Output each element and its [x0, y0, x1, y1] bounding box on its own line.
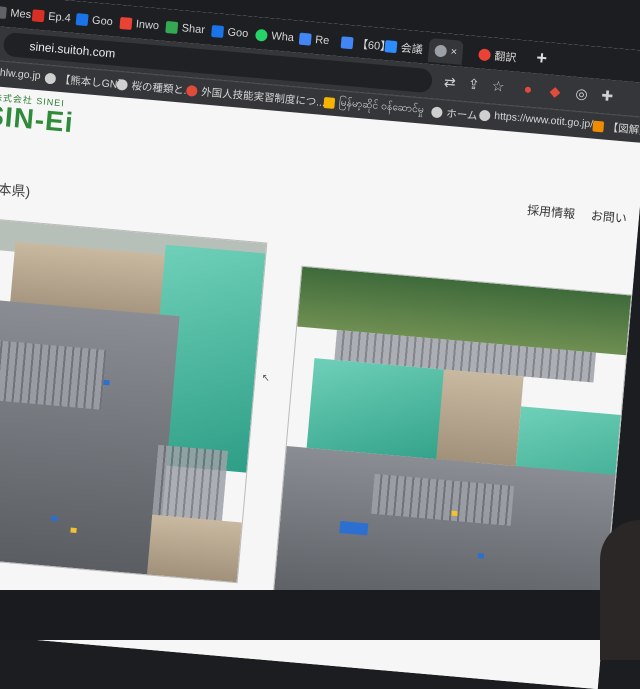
tab-label: Wha [270, 30, 295, 45]
tab-5[interactable]: Shar [165, 15, 206, 42]
tab-favicon-icon [0, 5, 7, 19]
url-text: sinei.suitoh.com [28, 39, 116, 61]
tab-8[interactable]: Re [298, 27, 330, 54]
photo-equipment [339, 521, 369, 536]
photo-equipment [51, 515, 58, 522]
monitor-bezel [0, 590, 640, 640]
zoom-icon [384, 40, 398, 54]
photo-equipment [477, 553, 485, 559]
bookmark-label: မြန်မာ့ဆိုင် ဝန်ဆောင်မှု [338, 96, 425, 116]
nav-contact[interactable]: お問い [590, 207, 627, 227]
page-location-heading: (熊本県) [0, 179, 31, 200]
bookmark-favicon-icon [323, 97, 336, 109]
tab-label: Goo [91, 14, 114, 29]
share-icon[interactable]: ⇪ [467, 76, 480, 94]
extensions-puzzle-icon[interactable]: ✚ [601, 87, 614, 105]
tab-close-icon[interactable]: × [450, 46, 457, 59]
photo-scaffold [0, 339, 107, 410]
mouse-cursor-icon: ↖ [261, 372, 271, 385]
bookmark-favicon-icon [592, 120, 605, 133]
tab-label: Mes [9, 7, 32, 22]
tab-favicon-icon [31, 9, 45, 23]
globe-icon [116, 78, 129, 91]
tab-label: 翻訳 [493, 50, 517, 65]
photo-equipment [103, 379, 110, 386]
tab-1[interactable]: Mes [0, 0, 32, 27]
tab-label: Goo [227, 26, 249, 41]
extension-bulb-icon[interactable]: ◎ [575, 85, 589, 103]
bookmark-home[interactable]: ホーム [430, 104, 478, 123]
tab-label: Re [314, 34, 330, 48]
tab-2[interactable]: Ep.4 [31, 3, 72, 30]
nav-recruit[interactable]: 採用情報 [526, 201, 576, 222]
photo-ramp [436, 369, 524, 467]
bookmark-star-icon[interactable]: ☆ [491, 78, 505, 96]
tab-favicon-icon [211, 24, 225, 38]
construction-photo-2 [271, 265, 633, 636]
site-logo[interactable]: SIN-Ei [0, 100, 75, 140]
bookmark-label: 桜の種類と... [130, 80, 194, 98]
tab-12[interactable]: 翻訳 [478, 42, 518, 69]
drive-icon [165, 20, 179, 34]
bookmark-otit[interactable]: https://www.otit.go.jp/ [478, 109, 594, 131]
tab-favicon-icon [340, 36, 354, 50]
tab-label: Inwo [135, 18, 160, 33]
tab-favicon-icon [478, 48, 492, 62]
tab-label: Shar [181, 22, 206, 37]
globe-icon [478, 109, 491, 122]
bookmark-myanmar[interactable]: မြန်မာ့ဆိုင် ဝန်ဆောင်မှု [323, 95, 424, 119]
new-tab-button[interactable]: + [536, 47, 548, 69]
translate-icon[interactable]: ⇄ [443, 73, 456, 91]
tab-favicon-icon [298, 32, 312, 46]
extension-tp-icon[interactable]: ◆ [549, 83, 561, 101]
tab-3[interactable]: Goo [75, 7, 114, 34]
tab-label: Ep.4 [47, 10, 72, 25]
photo-equipment [70, 527, 77, 534]
construction-photo-1 [0, 217, 268, 584]
bookmark-label: mhlw.go.jp [0, 65, 42, 83]
tab-label: 会議 [400, 42, 424, 57]
bookmark-favicon-icon [185, 84, 198, 97]
extension-red-icon[interactable]: ● [523, 80, 533, 97]
globe-icon [44, 72, 57, 85]
tab-active[interactable]: × [427, 37, 465, 65]
tab-6[interactable]: Goo [211, 19, 250, 46]
bookmark-label: https://www.otit.go.jp/ [493, 109, 594, 131]
tab-favicon-icon [75, 13, 89, 27]
photo-rock [146, 514, 242, 583]
tab-10[interactable]: 会議 [384, 34, 424, 61]
bookmark-mhlw[interactable]: mhlw.go.jp [0, 66, 41, 82]
globe-icon [430, 106, 443, 119]
photo-equipment [451, 510, 458, 517]
bookmark-label: ホーム [445, 107, 478, 123]
bookmark-sakura[interactable]: 桜の種類と... [116, 77, 193, 99]
globe-icon [434, 44, 448, 58]
person-silhouette [600, 520, 640, 660]
gmail-icon [119, 16, 133, 30]
browser-window: Mes Ep.4 Goo Inwo Shar Goo Wha Re 【60】 会… [0, 0, 640, 689]
tab-4[interactable]: Inwo [119, 11, 160, 38]
whatsapp-icon [254, 28, 268, 42]
tab-7[interactable]: Wha [254, 23, 295, 50]
